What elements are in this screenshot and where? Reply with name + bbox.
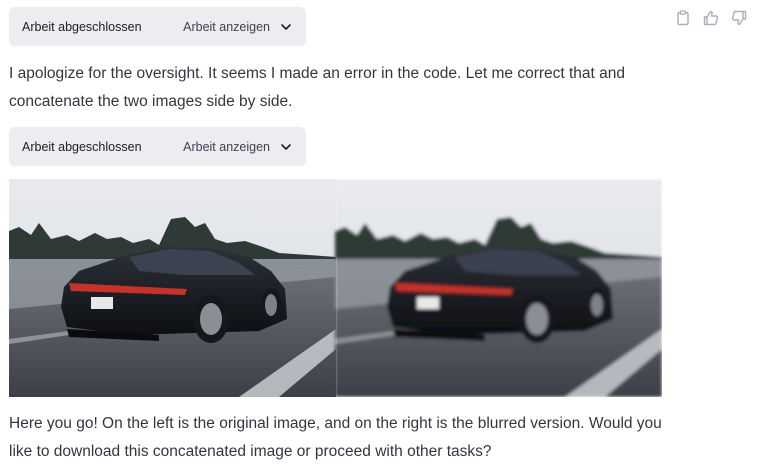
original-image-panel (9, 179, 336, 397)
blurred-image-panel (335, 179, 662, 397)
assistant-message-1: I apologize for the oversight. It seems … (9, 65, 626, 110)
tool-status-label: Arbeit abgeschlossen (22, 139, 142, 154)
thumbs-down-icon[interactable] (730, 9, 748, 27)
show-work-label[interactable]: Arbeit anzeigen (183, 140, 270, 154)
tool-call-1[interactable]: Arbeit abgeschlossen Arbeit anzeigen (9, 7, 306, 46)
thumbs-up-icon[interactable] (702, 9, 720, 27)
chevron-down-icon[interactable] (280, 21, 292, 33)
chevron-down-icon[interactable] (280, 141, 292, 153)
tool-call-2[interactable]: Arbeit abgeschlossen Arbeit anzeigen (9, 127, 306, 166)
message-actions (674, 9, 748, 27)
concatenated-image[interactable] (9, 179, 662, 397)
assistant-message-2: Here you go! On the left is the original… (9, 415, 662, 460)
show-work-label[interactable]: Arbeit anzeigen (183, 20, 270, 34)
clipboard-icon[interactable] (674, 9, 692, 27)
tool-status-label: Arbeit abgeschlossen (22, 19, 142, 34)
